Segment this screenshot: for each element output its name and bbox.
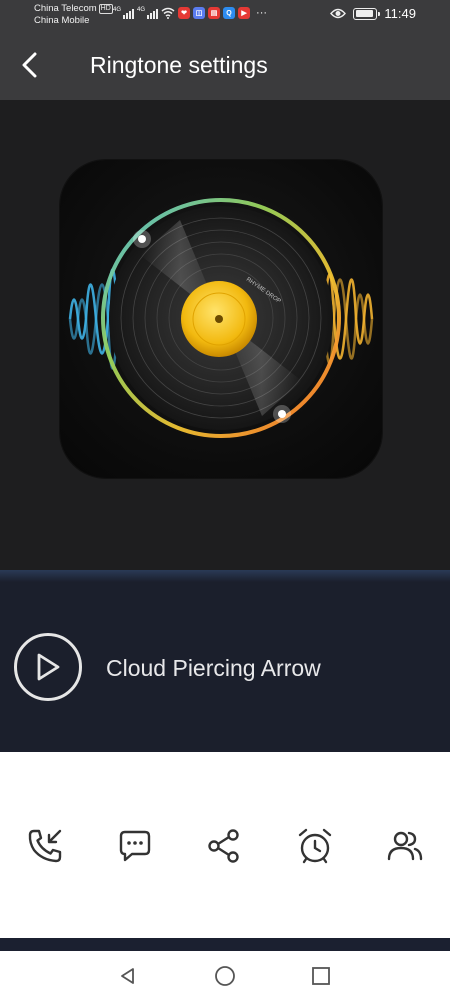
share-icon bbox=[208, 829, 239, 863]
system-navigation-bar bbox=[0, 951, 450, 1000]
nav-home-button[interactable] bbox=[213, 964, 237, 988]
player-band: Cloud Piercing Arrow bbox=[0, 570, 450, 752]
calendar-app-icon: ◫ bbox=[193, 7, 206, 19]
share-button[interactable] bbox=[202, 824, 246, 868]
video-app-icon: ▶ bbox=[238, 7, 251, 19]
bottom-divider bbox=[0, 938, 450, 951]
carrier-2-name: China Mobile bbox=[34, 15, 90, 26]
play-icon bbox=[37, 653, 60, 681]
square-recents-icon bbox=[312, 967, 330, 985]
carrier-info: China Telecom HD China Mobile bbox=[34, 3, 113, 27]
message-bubble-icon bbox=[119, 830, 151, 862]
vinyl-record-illustration: RHYME DROP bbox=[68, 198, 374, 438]
back-button[interactable] bbox=[12, 47, 48, 83]
clock: 11:49 bbox=[384, 6, 416, 21]
signal-1-icon: 4G bbox=[113, 7, 135, 19]
signal-2-icon: 4G bbox=[137, 7, 159, 19]
phone-incoming-icon bbox=[28, 829, 62, 863]
notes-app-icon: ▤ bbox=[208, 7, 221, 19]
circle-home-icon bbox=[215, 966, 235, 986]
shopping-app-icon: ❤ bbox=[178, 7, 191, 19]
carrier-1-name: China Telecom bbox=[34, 3, 97, 14]
nav-back-button[interactable] bbox=[116, 964, 140, 988]
set-contact-ringtone-button[interactable] bbox=[383, 824, 427, 868]
alarm-clock-icon bbox=[298, 828, 332, 864]
wifi-icon bbox=[161, 7, 175, 19]
more-notifications-icon: ··· bbox=[256, 7, 268, 19]
artwork-area: RHYME DROP bbox=[0, 100, 450, 570]
set-alarm-button[interactable] bbox=[293, 824, 337, 868]
status-bar: China Telecom HD China Mobile 4G 4G ❤ ◫ … bbox=[0, 0, 450, 30]
triangle-back-icon bbox=[121, 968, 134, 984]
song-title: Cloud Piercing Arrow bbox=[106, 655, 321, 681]
contacts-icon bbox=[387, 831, 423, 861]
app-header: Ringtone settings bbox=[0, 30, 450, 100]
status-icons: 4G 4G ❤ ◫ ▤ Q ▶ ··· bbox=[113, 7, 267, 19]
eye-comfort-icon bbox=[330, 8, 347, 19]
album-art: RHYME DROP bbox=[60, 160, 382, 478]
nav-recents-button[interactable] bbox=[309, 964, 333, 988]
battery-icon bbox=[353, 7, 381, 20]
chevron-left-icon bbox=[22, 52, 37, 78]
page-title: Ringtone settings bbox=[90, 52, 268, 78]
hd-badge: HD bbox=[98, 4, 113, 14]
play-button[interactable] bbox=[14, 633, 82, 701]
set-message-tone-button[interactable] bbox=[113, 824, 157, 868]
set-call-ringtone-button[interactable] bbox=[23, 824, 67, 868]
action-bar bbox=[0, 752, 450, 938]
browser-app-icon: Q bbox=[223, 7, 236, 19]
